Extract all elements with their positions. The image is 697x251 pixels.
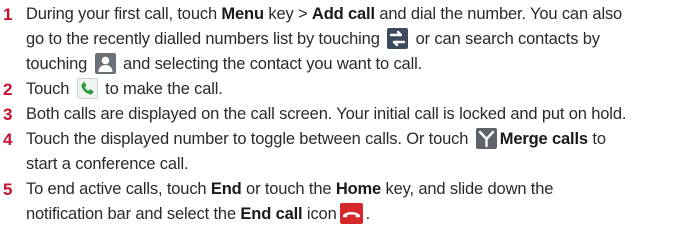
add-call-label: Add call <box>311 5 375 23</box>
recent-calls-icon <box>387 28 409 49</box>
contacts-icon <box>94 53 116 74</box>
instruction-list: 1 During your first call, touch Menu key… <box>0 0 697 251</box>
step-number: 3 <box>3 105 13 124</box>
home-key-label: Home <box>335 180 382 198</box>
step-number: 4 <box>3 130 13 149</box>
step-text: To end active calls, touch End or touch … <box>26 180 554 224</box>
step-text: During your first call, touch Menu key >… <box>26 5 623 74</box>
menu-key-label: Menu <box>221 5 264 23</box>
step-text: Both calls are displayed on the call scr… <box>26 105 627 123</box>
call-icon <box>76 78 98 99</box>
step-number: 5 <box>3 180 13 199</box>
end-call-icon <box>339 203 363 224</box>
end-call-label: End call <box>240 205 303 223</box>
merge-calls-label: Merge calls <box>499 130 588 148</box>
step-number: 2 <box>3 80 13 99</box>
step-text: Touch to make the call. <box>26 78 223 99</box>
merge-calls-icon <box>475 128 497 149</box>
end-label: End <box>210 180 242 198</box>
step-number: 1 <box>3 5 13 24</box>
step-text: Touch the displayed number to toggle bet… <box>26 128 606 173</box>
